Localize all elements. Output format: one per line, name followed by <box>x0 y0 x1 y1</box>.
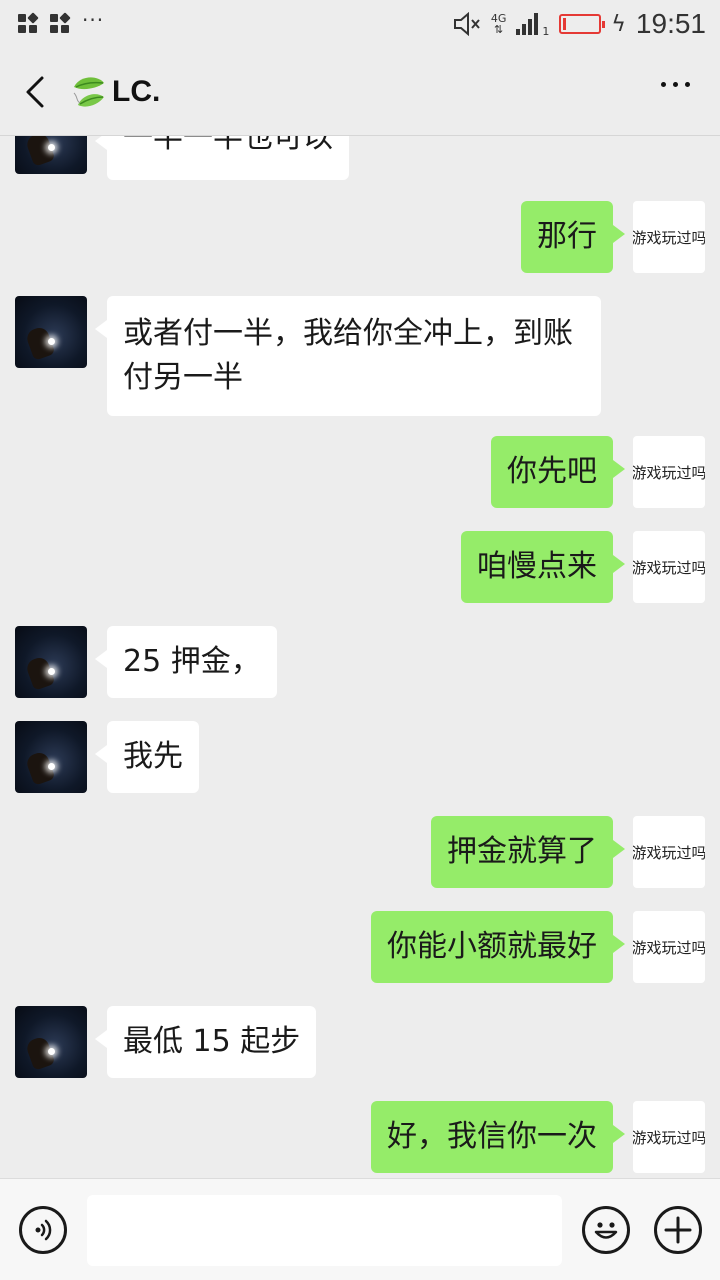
contact-avatar[interactable] <box>15 1006 87 1078</box>
my-avatar[interactable]: 游戏玩过吗 <box>633 201 705 273</box>
sim-slot: 1 <box>542 24 550 38</box>
mute-icon <box>453 12 480 36</box>
charging-icon: ϟ <box>611 11 626 37</box>
voice-button[interactable] <box>19 1206 67 1254</box>
chat-header: LC. <box>0 48 720 136</box>
back-button[interactable] <box>0 48 70 136</box>
battery-icon <box>559 14 606 34</box>
contact-avatar[interactable] <box>15 136 87 174</box>
chevron-left-icon <box>26 76 44 107</box>
message-bubble-received[interactable]: 25 押金， <box>95 626 277 698</box>
message-input[interactable] <box>87 1195 562 1266</box>
data-arrows-icon: ⇅ <box>494 23 504 36</box>
input-bar <box>0 1178 720 1280</box>
signal-icon <box>516 13 539 35</box>
more-options-button[interactable] <box>661 82 690 87</box>
message-bubble-received[interactable]: 或者付一半，我给你全冲上，到账付另一半 <box>95 296 601 416</box>
message-bubble-sent[interactable]: 那行 <box>521 201 625 273</box>
app-notification-icon <box>18 12 39 34</box>
plus-icon <box>664 1216 692 1244</box>
my-avatar[interactable]: 游戏玩过吗 <box>633 531 705 603</box>
voice-icon <box>35 1219 52 1241</box>
message-bubble-sent[interactable]: 押金就算了 <box>431 816 625 888</box>
message-bubble-received[interactable]: 一半一半也可以 <box>95 136 349 180</box>
leaf-icon <box>73 76 104 107</box>
clock: 19:51 <box>635 8 706 39</box>
message-bubble-received[interactable]: 我先 <box>95 721 199 793</box>
message-bubble-sent[interactable]: 你能小额就最好 <box>371 911 625 983</box>
status-bar: ··· 4G ⇅ 1 ϟ 19:51 <box>0 0 720 48</box>
contact-avatar[interactable] <box>15 721 87 793</box>
network-indicator: 4G ⇅ <box>491 13 507 35</box>
status-indicators: 4G ⇅ 1 ϟ 19:51 <box>453 8 706 40</box>
message-bubble-received[interactable]: 最低 15 起步 <box>94 1006 317 1078</box>
more-notifications-icon: ··· <box>82 8 105 32</box>
contact-avatar[interactable] <box>15 296 87 368</box>
more-dots-icon <box>661 82 666 87</box>
my-avatar[interactable]: 游戏玩过吗 <box>633 911 705 983</box>
chat-title: LC. <box>70 73 160 111</box>
my-avatar[interactable]: 游戏玩过吗 <box>633 816 705 888</box>
more-functions-button[interactable] <box>654 1206 702 1254</box>
contact-name: LC. <box>112 74 161 108</box>
message-bubble-sent[interactable]: 好，我信你一次 <box>371 1101 625 1173</box>
my-avatar[interactable]: 游戏玩过吗 <box>633 1101 705 1173</box>
contact-avatar[interactable] <box>15 626 87 698</box>
message-bubble-sent[interactable]: 咱慢点来 <box>461 531 625 603</box>
my-avatar[interactable]: 游戏玩过吗 <box>633 436 705 508</box>
message-bubble-sent[interactable]: 你先吧 <box>491 436 625 508</box>
message-list[interactable]: 一半一半也可以 游戏玩过吗 那行 或者付一半，我给你全冲上，到账付另一半 游戏玩… <box>0 136 720 1176</box>
app-notification-icon <box>50 12 71 34</box>
emoji-button[interactable] <box>582 1206 630 1254</box>
status-notifications: ··· <box>18 8 104 34</box>
emoji-icon <box>594 1222 618 1239</box>
